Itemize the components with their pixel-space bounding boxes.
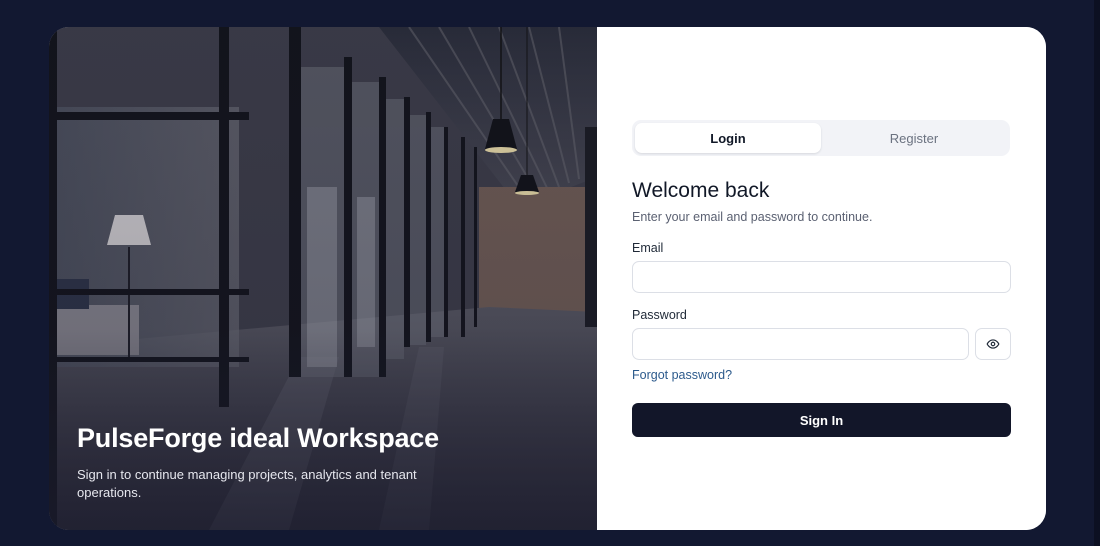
- login-panel: Login Register Welcome back Enter your e…: [597, 27, 1046, 530]
- auth-card: PulseForge ideal Workspace Sign in to co…: [49, 27, 1046, 530]
- form-subheading: Enter your email and password to continu…: [632, 210, 873, 224]
- office-corridor-image: [49, 27, 597, 530]
- page-scrollbar[interactable]: [1094, 0, 1100, 546]
- hero-title: PulseForge ideal Workspace: [77, 423, 439, 453]
- toggle-password-visibility-button[interactable]: [975, 328, 1011, 360]
- hero-panel: PulseForge ideal Workspace Sign in to co…: [49, 27, 597, 530]
- tab-login[interactable]: Login: [635, 123, 821, 153]
- hero-subtitle: Sign in to continue managing projects, a…: [77, 467, 417, 500]
- email-field[interactable]: [632, 261, 1011, 293]
- password-field[interactable]: [632, 328, 969, 360]
- sign-in-button[interactable]: Sign In: [632, 403, 1011, 437]
- forgot-password-link[interactable]: Forgot password?: [632, 368, 732, 382]
- email-label: Email: [632, 241, 664, 255]
- password-label: Password: [632, 308, 687, 322]
- form-heading: Welcome back: [632, 179, 770, 202]
- tab-register[interactable]: Register: [821, 123, 1007, 153]
- eye-icon: [986, 339, 1000, 349]
- auth-tabs: Login Register: [632, 120, 1010, 156]
